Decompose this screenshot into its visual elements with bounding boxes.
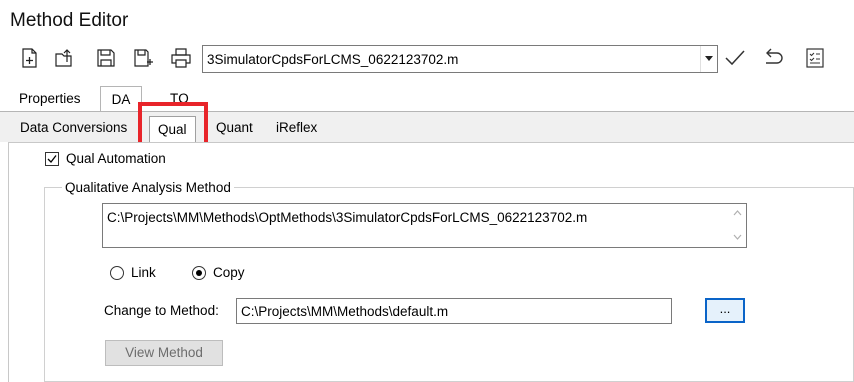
group-title: Qualitative Analysis Method: [62, 180, 234, 195]
method-path-field[interactable]: C:\Projects\MM\Methods\OptMethods\3Simul…: [102, 203, 747, 248]
browse-button[interactable]: ...: [705, 298, 745, 323]
method-file-value: 3SimulatorCpdsForLCMS_0622123702.m: [207, 52, 459, 67]
save-icon[interactable]: [94, 45, 118, 71]
qual-automation-checkbox[interactable]: [45, 152, 59, 166]
tab-quant[interactable]: Quant: [216, 120, 253, 135]
radio-copy[interactable]: [192, 266, 206, 280]
sub-tab-strip: Data Conversions Qual Quant iReflex: [0, 112, 854, 143]
main-tab-strip: Properties DA TQ: [0, 86, 854, 112]
print-icon[interactable]: [169, 45, 193, 71]
tab-ireflex[interactable]: iReflex: [276, 120, 317, 135]
radio-copy-label[interactable]: Copy: [213, 265, 245, 280]
new-method-icon[interactable]: [17, 45, 41, 71]
save-as-icon[interactable]: [131, 45, 155, 71]
change-method-label: Change to Method:: [104, 303, 219, 318]
open-method-icon[interactable]: [53, 45, 77, 71]
check-icon: [47, 155, 57, 163]
radio-link[interactable]: [110, 266, 124, 280]
method-file-dropdown[interactable]: 3SimulatorCpdsForLCMS_0622123702.m: [202, 45, 718, 73]
tab-da[interactable]: DA: [100, 86, 142, 112]
apply-check-icon[interactable]: [723, 45, 747, 71]
undo-icon[interactable]: [761, 45, 785, 71]
method-path-value: C:\Projects\MM\Methods\OptMethods\3Simul…: [107, 210, 588, 225]
change-method-input[interactable]: C:\Projects\MM\Methods\default.m: [236, 298, 672, 324]
tab-properties[interactable]: Properties: [11, 86, 89, 111]
checklist-icon[interactable]: [803, 45, 827, 71]
change-method-value: C:\Projects\MM\Methods\default.m: [241, 304, 449, 319]
qual-automation-label[interactable]: Qual Automation: [66, 151, 166, 166]
window-title: Method Editor: [10, 10, 129, 31]
view-method-button[interactable]: View Method: [105, 340, 223, 366]
tab-data-conversions[interactable]: Data Conversions: [20, 120, 127, 135]
chevron-down-icon[interactable]: [700, 46, 717, 72]
radio-link-label[interactable]: Link: [131, 265, 156, 280]
vertical-scrollbar[interactable]: [729, 204, 746, 247]
